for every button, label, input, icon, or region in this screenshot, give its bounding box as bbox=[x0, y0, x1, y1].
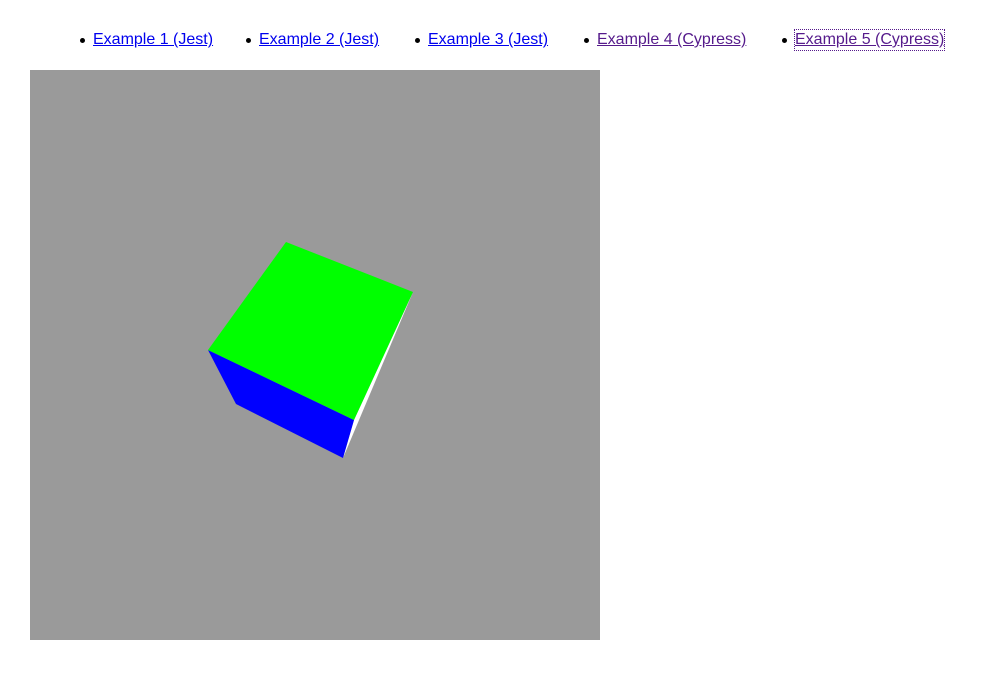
example-4-link[interactable]: Example 4 (Cypress) bbox=[597, 30, 746, 50]
example-5-link[interactable]: Example 5 (Cypress) bbox=[793, 29, 946, 51]
example-3-link[interactable]: Example 3 (Jest) bbox=[428, 30, 548, 50]
example-1-link[interactable]: Example 1 (Jest) bbox=[93, 30, 213, 50]
example-2-link[interactable]: Example 2 (Jest) bbox=[259, 30, 379, 50]
cube-render bbox=[208, 242, 413, 458]
nav-item-example-1: Example 1 (Jest) bbox=[80, 28, 213, 52]
nav-item-example-3: Example 3 (Jest) bbox=[415, 28, 548, 52]
bullet-icon bbox=[246, 37, 251, 43]
bullet-icon bbox=[415, 37, 420, 43]
3d-scene-canvas[interactable] bbox=[30, 70, 600, 640]
nav-item-example-4: Example 4 (Cypress) bbox=[584, 28, 746, 52]
bullet-icon bbox=[782, 37, 787, 43]
nav-item-example-5: Example 5 (Cypress) bbox=[782, 28, 946, 52]
nav-item-example-2: Example 2 (Jest) bbox=[246, 28, 379, 52]
example-nav: Example 1 (Jest) Example 2 (Jest) Exampl… bbox=[0, 0, 1000, 70]
bullet-icon bbox=[584, 37, 589, 43]
bullet-icon bbox=[80, 37, 85, 43]
